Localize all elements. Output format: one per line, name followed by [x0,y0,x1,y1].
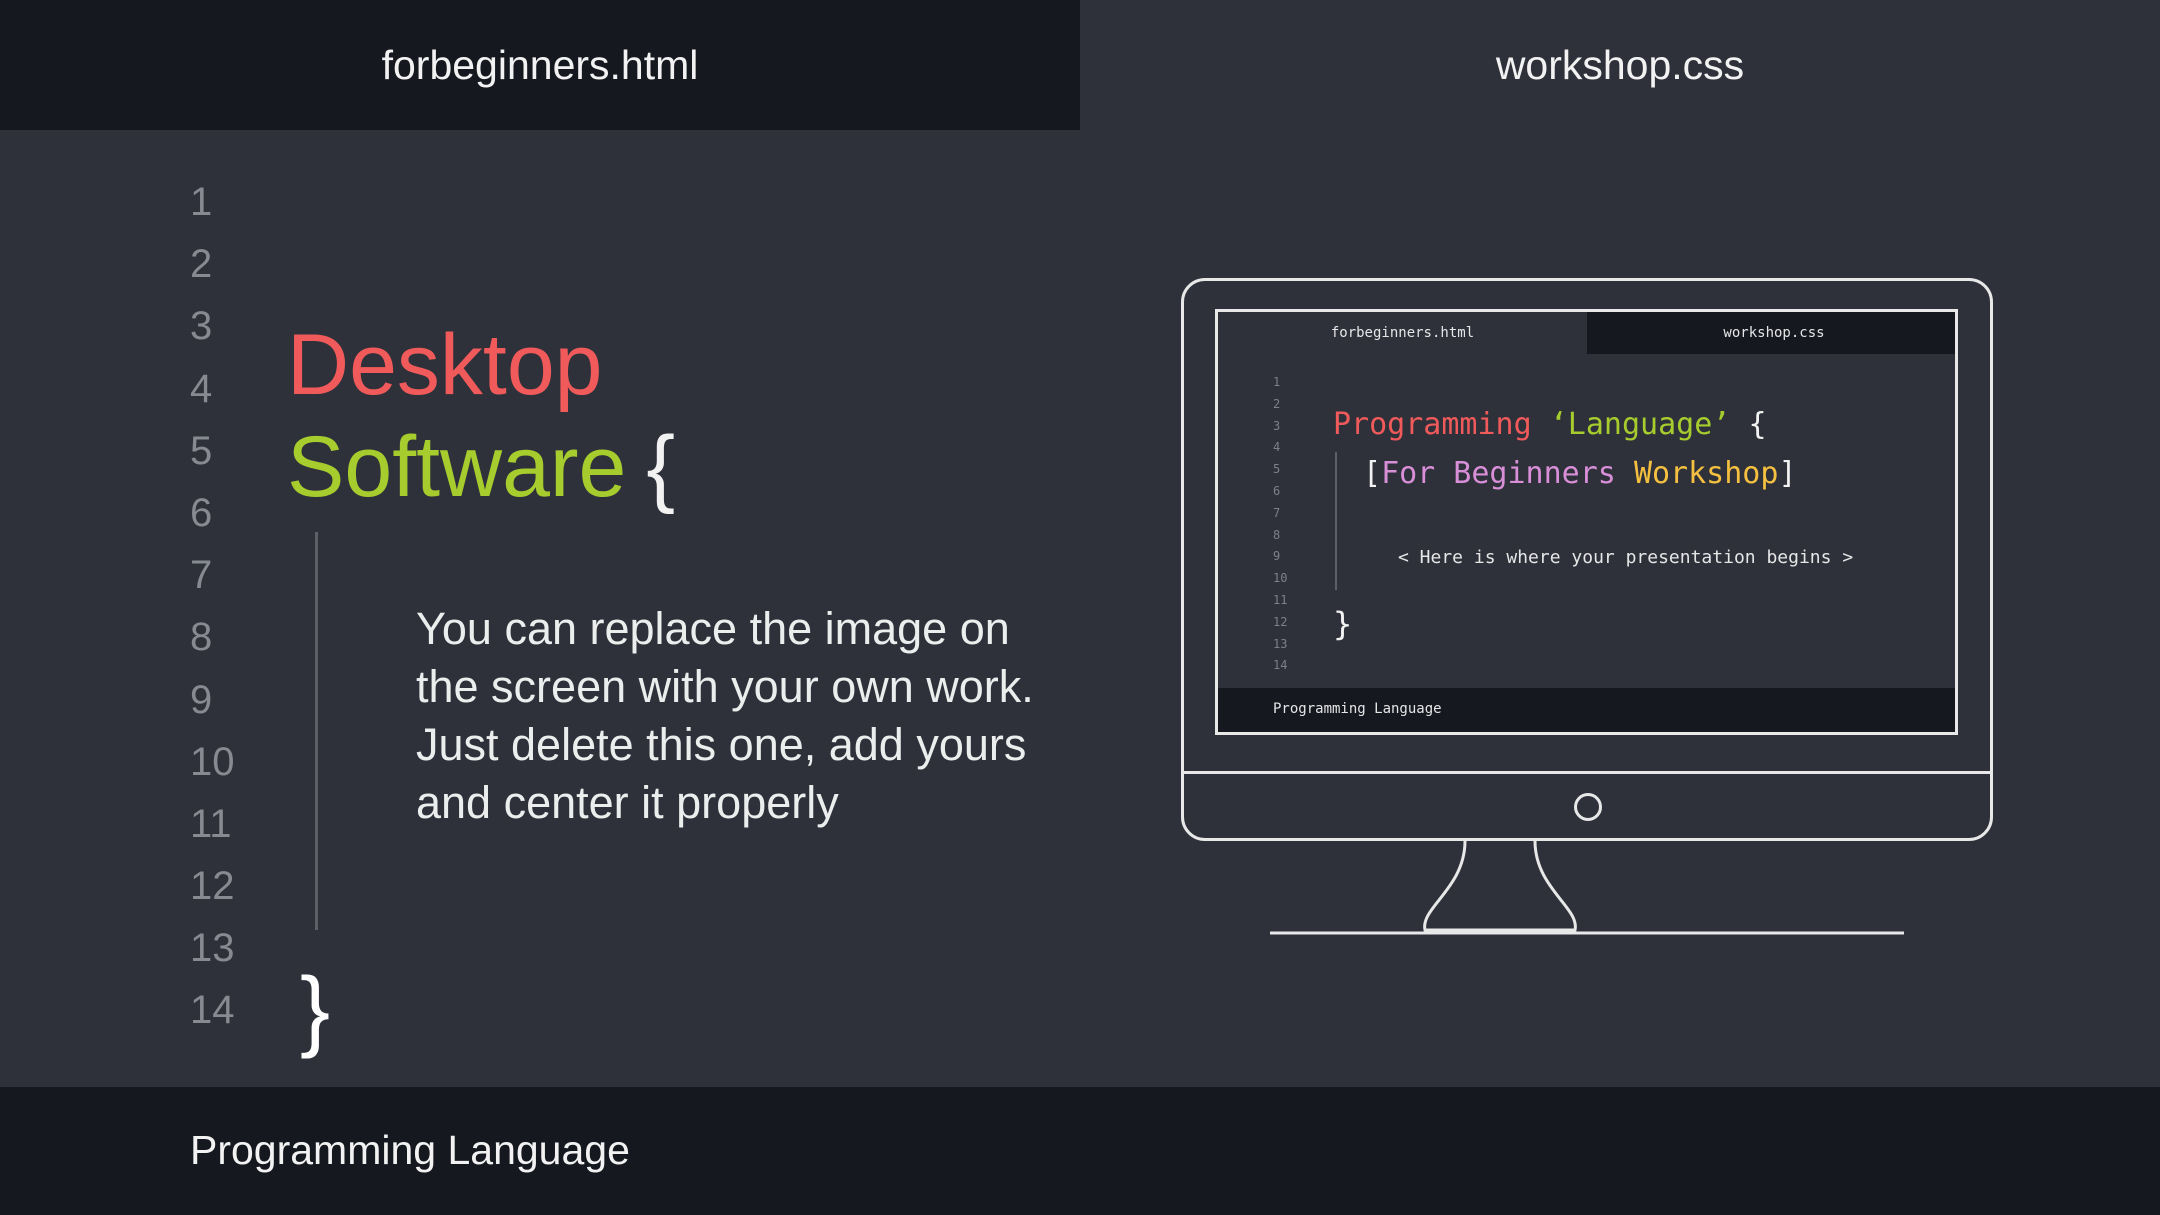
mini-close-brace: } [1333,605,1353,643]
line-number: 7 [190,553,213,598]
mini-tab-workshop-css: workshop.css [1587,312,1955,354]
code-part1: For Beginners [1381,456,1616,491]
mini-line-number: 10 [1273,571,1288,586]
title-desktop: Desktop [287,317,603,413]
mini-line-number: 11 [1273,592,1288,607]
monitor-screen: forbeginners.html workshop.css 1 2 3 4 5… [1215,309,1958,735]
line-number: 6 [190,490,213,535]
mini-line-number: 8 [1273,527,1281,542]
mini-tab-bar: forbeginners.html workshop.css [1218,312,1955,354]
line-number: 1 [190,180,213,224]
open-brace: { [646,419,676,515]
line-number: 2 [190,242,213,287]
tab-label: forbeginners.html [381,41,699,88]
mini-line-number: 9 [1273,549,1281,564]
line-number: 12 [190,864,235,909]
mini-tab-forbeginners-html: forbeginners.html [1218,312,1587,354]
line-number: 14 [190,988,235,1033]
mini-line-number: 12 [1273,614,1288,629]
tab-forbeginners-html[interactable]: forbeginners.html [0,0,1080,130]
footer-bar: Programming Language [0,1087,2160,1215]
tab-label: workshop.css [1495,41,1745,88]
code-bracket-close: ] [1778,456,1797,491]
line-number: 13 [190,926,235,971]
line-number: 5 [190,428,213,473]
mini-line-number: 1 [1273,375,1281,389]
footer-label: Programming Language [190,1127,630,1173]
mini-line-number: 6 [1273,483,1281,498]
mini-line-number: 2 [1273,396,1281,411]
title-software: Software [287,419,627,515]
mini-line-number-gutter: 1 2 3 4 5 6 7 8 9 10 11 12 13 14 [1273,372,1303,677]
line-number: 9 [190,677,213,722]
line-number: 8 [190,615,213,660]
mini-code-line-1: Programming ‘Language’ { [1333,405,1767,445]
power-button-icon [1574,793,1602,821]
code-bracket-open: [ [1363,456,1382,491]
mini-line-number: 4 [1273,440,1281,455]
indent-guide [315,532,318,930]
line-number: 3 [190,304,213,349]
close-brace: } [300,960,331,1060]
line-number: 4 [190,366,213,411]
tab-workshop-css[interactable]: workshop.css [1080,0,2160,130]
line-number: 11 [190,801,232,846]
mini-line-number: 3 [1273,418,1281,433]
mini-footer: Programming Language [1218,688,1955,732]
mini-footer-label: Programming Language [1273,701,1442,717]
monitor-chin-divider [1184,771,1990,774]
mini-presentation-note: < Here is where your presentation begins… [1398,547,1854,568]
line-number-gutter: 1 2 3 4 5 6 7 8 9 10 11 12 13 14 [190,171,280,1042]
mini-line-number: 14 [1273,658,1288,673]
code-brace: { [1748,407,1767,442]
body-text: You can replace the image on the screen … [416,603,1034,828]
mini-line-number: 5 [1273,462,1281,477]
mini-indent-guide [1335,452,1337,590]
monitor-stand-icon [1270,840,1904,935]
code-keyword: Programming [1333,407,1532,442]
code-string: ‘Language’ [1549,407,1731,442]
mini-code-line-2: [For Beginners Workshop] [1363,454,1797,494]
code-part2: Workshop [1633,456,1779,491]
mini-line-number: 7 [1273,505,1281,520]
title-software-line: Software{ [287,417,675,517]
mini-line-number: 13 [1273,636,1288,651]
line-number: 10 [190,739,235,784]
